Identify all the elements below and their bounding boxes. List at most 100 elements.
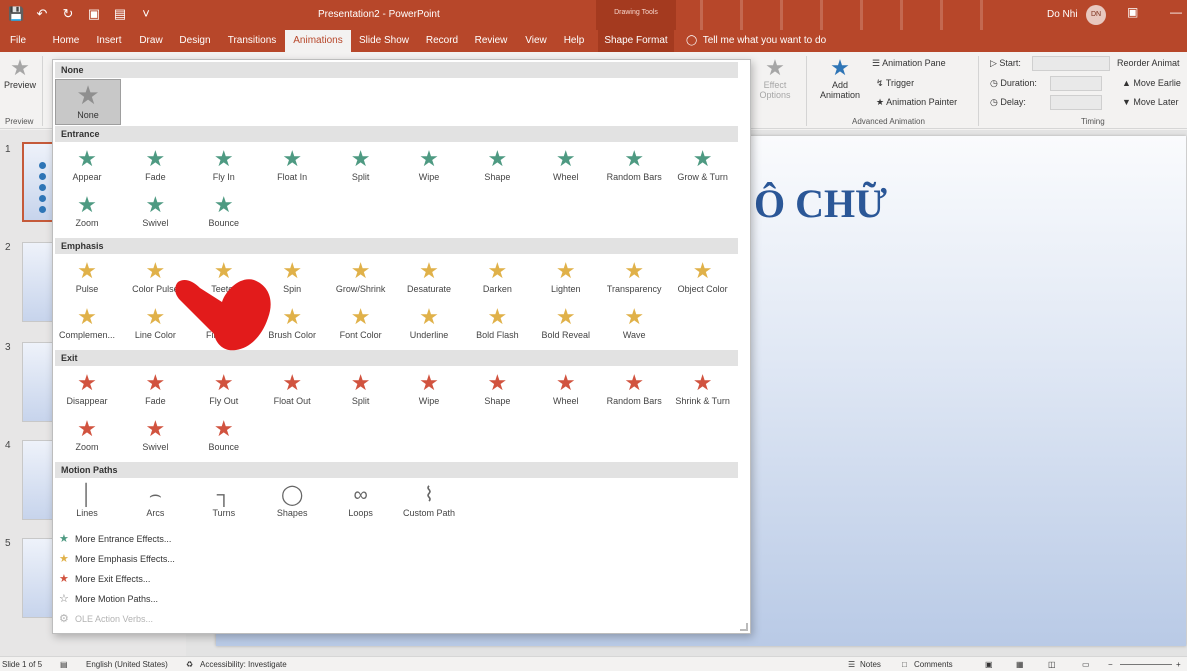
effect-options-button[interactable]: ★ Effect Options xyxy=(752,56,798,101)
from-beginning-icon[interactable]: ▤ xyxy=(112,6,128,22)
exit-effect-random-bars[interactable]: ★ Random Bars xyxy=(600,370,668,414)
exit-effect-wheel[interactable]: ★ Wheel xyxy=(532,370,600,414)
entrance-effect-float-in[interactable]: ★ Float In xyxy=(258,146,326,190)
emphasis-effect-underline[interactable]: ★ Underline xyxy=(395,304,463,348)
tab-home[interactable]: Home xyxy=(48,30,84,52)
motion-path-effect-shapes[interactable]: ◯ Shapes xyxy=(258,482,326,526)
tell-me-search[interactable]: ◯ Tell me what you want to do xyxy=(686,30,826,52)
animation-pane-button[interactable]: ☰ Animation Pane xyxy=(872,58,946,69)
entrance-effect-fade[interactable]: ★ Fade xyxy=(121,146,189,190)
customize-qat-icon[interactable]: ˅ xyxy=(138,6,154,22)
avatar[interactable]: DN xyxy=(1086,5,1106,25)
add-animation-button[interactable]: ★ Add Animation xyxy=(812,56,868,101)
tab-slide-show[interactable]: Slide Show xyxy=(356,30,412,52)
tab-record[interactable]: Record xyxy=(420,30,464,52)
accessibility-status[interactable]: Accessibility: Investigate xyxy=(200,660,287,669)
motion-path-effect-arcs[interactable]: ⌢ Arcs xyxy=(121,482,189,526)
exit-effect-zoom[interactable]: ★ Zoom xyxy=(53,416,121,460)
tab-insert[interactable]: Insert xyxy=(92,30,126,52)
emphasis-effect-grow-shrink[interactable]: ★ Grow/Shrink xyxy=(327,258,395,302)
emphasis-effect-lighten[interactable]: ★ Lighten xyxy=(532,258,600,302)
emphasis-effect-bold-flash[interactable]: ★ Bold Flash xyxy=(463,304,531,348)
emphasis-effect-bold-reveal[interactable]: ★ Bold Reveal xyxy=(532,304,600,348)
entrance-effect-bounce[interactable]: ★ Bounce xyxy=(190,192,258,236)
ole-action-verbs[interactable]: ⚙ OLE Action Verbs... xyxy=(59,612,153,625)
user-name[interactable]: Do Nhi xyxy=(1047,9,1078,20)
emphasis-effect-wave[interactable]: ★ Wave xyxy=(600,304,668,348)
entrance-effect-wipe[interactable]: ★ Wipe xyxy=(395,146,463,190)
tab-shape-format[interactable]: Shape Format xyxy=(598,30,674,52)
save-icon[interactable]: 💾 xyxy=(8,6,24,22)
move-later-button[interactable]: ▼ Move Later xyxy=(1122,97,1178,107)
exit-effect-float-out[interactable]: ★ Float Out xyxy=(258,370,326,414)
entrance-effect-wheel[interactable]: ★ Wheel xyxy=(532,146,600,190)
resize-grip[interactable] xyxy=(740,623,748,631)
tab-draw[interactable]: Draw xyxy=(134,30,168,52)
move-earlier-button[interactable]: ▲ Move Earlie xyxy=(1122,78,1181,88)
slide-title[interactable]: Ô CHỮ xyxy=(754,180,887,227)
emphasis-effect-font-color[interactable]: ★ Font Color xyxy=(327,304,395,348)
entrance-effect-zoom[interactable]: ★ Zoom xyxy=(53,192,121,236)
entrance-effect-random-bars[interactable]: ★ Random Bars xyxy=(600,146,668,190)
spelling-icon[interactable]: ▤ xyxy=(60,660,68,669)
entrance-effect-split[interactable]: ★ Split xyxy=(327,146,395,190)
emphasis-effect-transparency[interactable]: ★ Transparency xyxy=(600,258,668,302)
motion-path-effect-turns[interactable]: ┐ Turns xyxy=(190,482,258,526)
emphasis-effect-complemen[interactable]: ★ Complemen... xyxy=(53,304,121,348)
emphasis-effect-darken[interactable]: ★ Darken xyxy=(463,258,531,302)
undo-icon[interactable]: ↶ xyxy=(34,6,50,22)
zoom-slider[interactable] xyxy=(1120,664,1172,665)
comments-button[interactable]: Comments xyxy=(914,660,953,669)
exit-effect-shrink-turn[interactable]: ★ Shrink & Turn xyxy=(669,370,737,414)
tab-file[interactable]: File xyxy=(4,30,32,52)
tab-transitions[interactable]: Transitions xyxy=(224,30,280,52)
entrance-effect-swivel[interactable]: ★ Swivel xyxy=(121,192,189,236)
tab-help[interactable]: Help xyxy=(558,30,590,52)
trigger-button[interactable]: ↯ Trigger xyxy=(876,78,914,89)
tab-view[interactable]: View xyxy=(520,30,552,52)
minimize-icon[interactable]: — xyxy=(1170,5,1182,19)
reading-view-icon[interactable]: ◫ xyxy=(1048,660,1056,669)
more-motion-paths[interactable]: ☆ More Motion Paths... xyxy=(59,592,158,605)
ribbon-display-icon[interactable]: ▣ xyxy=(1127,5,1138,19)
emphasis-effect-pulse[interactable]: ★ Pulse xyxy=(53,258,121,302)
notes-button[interactable]: Notes xyxy=(860,660,881,669)
redo-icon[interactable]: ↻ xyxy=(60,6,76,22)
duration-field[interactable] xyxy=(1050,76,1102,91)
entrance-effect-shape[interactable]: ★ Shape xyxy=(463,146,531,190)
more-emphasis-effects[interactable]: ★ More Emphasis Effects... xyxy=(59,552,175,565)
exit-effect-swivel[interactable]: ★ Swivel xyxy=(121,416,189,460)
exit-effect-split[interactable]: ★ Split xyxy=(327,370,395,414)
exit-effect-disappear[interactable]: ★ Disappear xyxy=(53,370,121,414)
tab-animations[interactable]: Animations xyxy=(285,30,351,52)
entrance-effect-fly-in[interactable]: ★ Fly In xyxy=(190,146,258,190)
motion-path-effect-loops[interactable]: ∞ Loops xyxy=(327,482,395,526)
entrance-effect-appear[interactable]: ★ Appear xyxy=(53,146,121,190)
delay-field[interactable] xyxy=(1050,95,1102,110)
entrance-effect-grow-turn[interactable]: ★ Grow & Turn xyxy=(669,146,737,190)
exit-effect-wipe[interactable]: ★ Wipe xyxy=(395,370,463,414)
zoom-in-icon[interactable]: + xyxy=(1176,660,1181,669)
motion-path-effect-lines[interactable]: │ Lines xyxy=(53,482,121,526)
language-indicator[interactable]: English (United States) xyxy=(86,660,168,669)
slide-sorter-icon[interactable]: ▦ xyxy=(1016,660,1024,669)
present-icon[interactable]: ▣ xyxy=(86,6,102,22)
exit-effect-bounce[interactable]: ★ Bounce xyxy=(190,416,258,460)
tab-review[interactable]: Review xyxy=(470,30,512,52)
start-dropdown[interactable] xyxy=(1032,56,1110,71)
normal-view-icon[interactable]: ▣ xyxy=(985,660,993,669)
emphasis-effect-desaturate[interactable]: ★ Desaturate xyxy=(395,258,463,302)
preview-button[interactable]: ★ Preview xyxy=(2,56,38,91)
slideshow-view-icon[interactable]: ▭ xyxy=(1082,660,1090,669)
motion-path-effect-custom-path[interactable]: ⌇ Custom Path xyxy=(395,482,463,526)
animation-painter-button[interactable]: ★ Animation Painter xyxy=(876,97,957,108)
exit-effect-fly-out[interactable]: ★ Fly Out xyxy=(190,370,258,414)
animation-none[interactable]: ★ None xyxy=(55,79,121,125)
exit-effect-fade[interactable]: ★ Fade xyxy=(121,370,189,414)
zoom-out-icon[interactable]: − xyxy=(1108,660,1113,669)
emphasis-effect-object-color[interactable]: ★ Object Color xyxy=(669,258,737,302)
more-entrance-effects[interactable]: ★ More Entrance Effects... xyxy=(59,532,171,545)
exit-effect-shape[interactable]: ★ Shape xyxy=(463,370,531,414)
more-exit-effects[interactable]: ★ More Exit Effects... xyxy=(59,572,150,585)
tab-design[interactable]: Design xyxy=(174,30,216,52)
